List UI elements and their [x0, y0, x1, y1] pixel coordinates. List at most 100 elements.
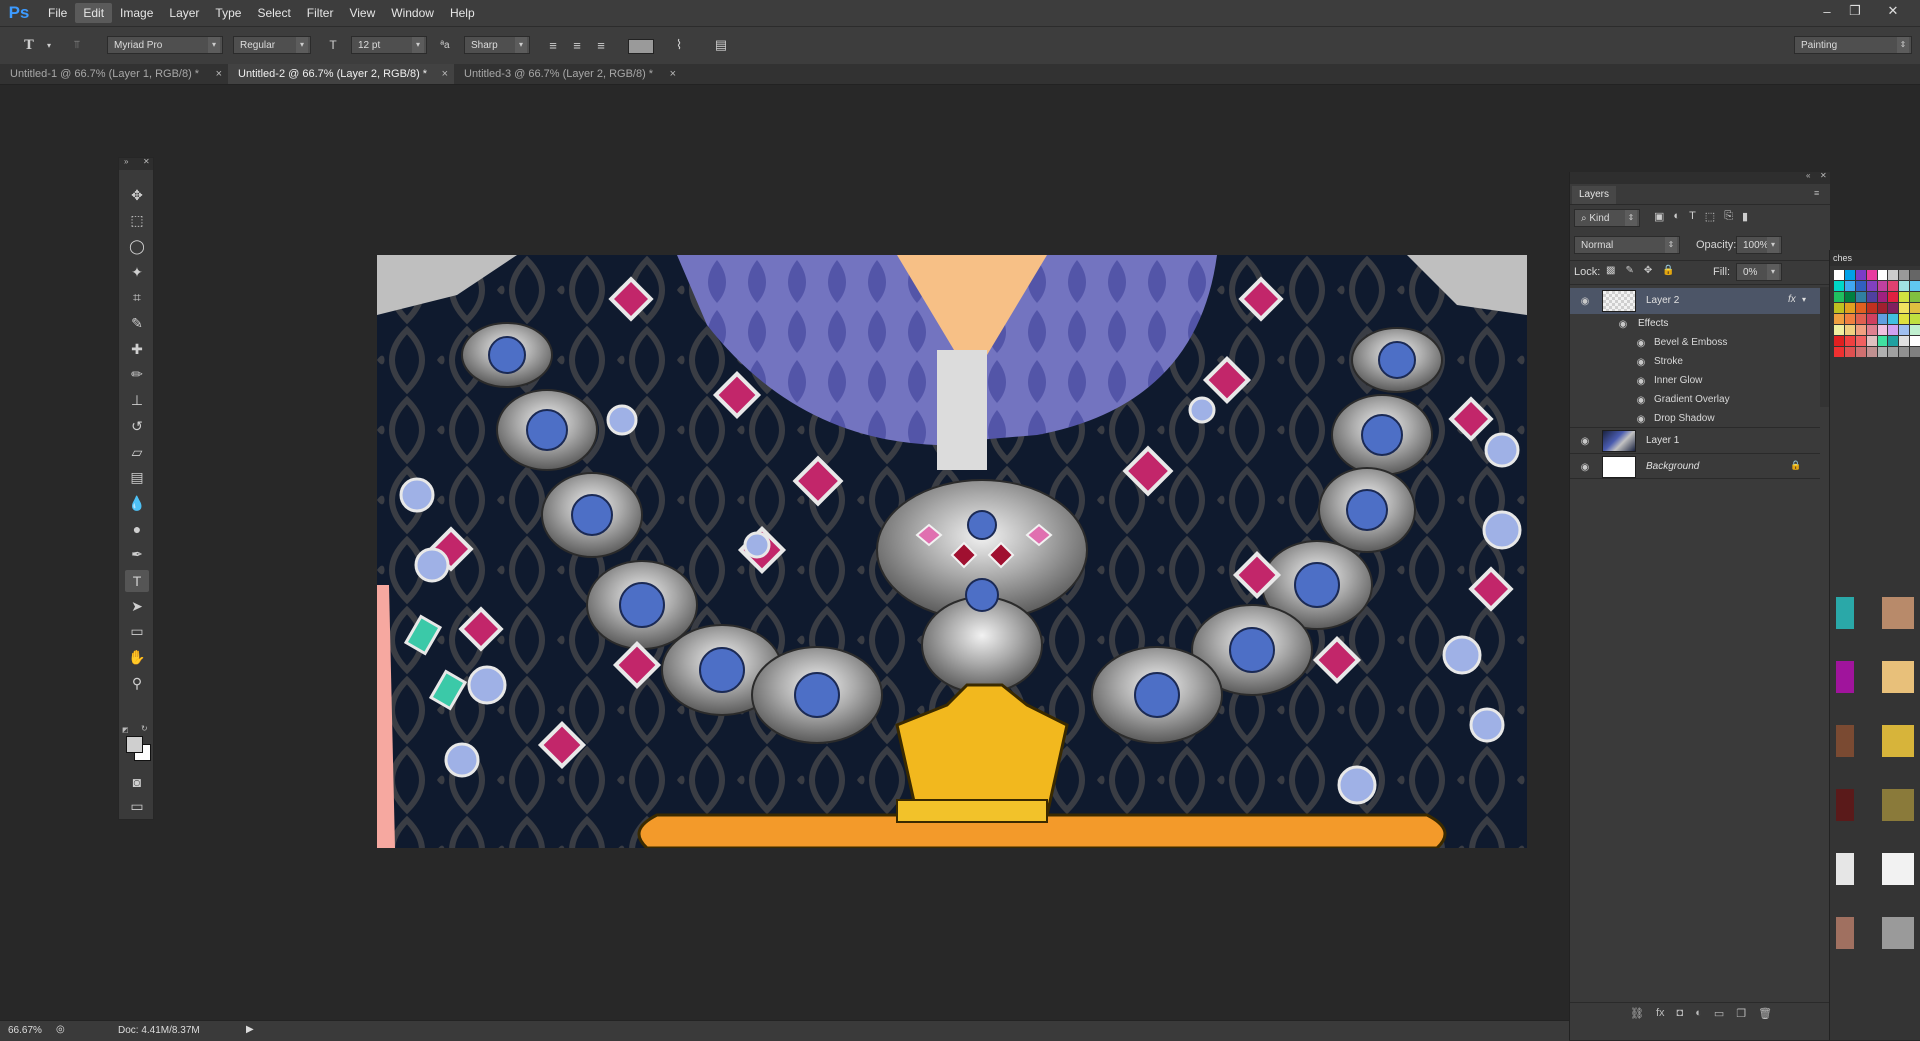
new-adjustment-icon[interactable]: ◐: [1695, 1007, 1702, 1020]
tab-layers[interactable]: Layers: [1572, 186, 1617, 204]
zoom-level[interactable]: 66.67%: [8, 1025, 42, 1036]
color-swatch[interactable]: [1910, 325, 1920, 335]
color-swatch[interactable]: [1844, 303, 1855, 313]
effect-row[interactable]: ◉ Bevel & Emboss: [1570, 334, 1820, 352]
tab-untitled-1[interactable]: Untitled-1 @ 66.7% (Layer 1, RGB/8) * ×: [0, 64, 228, 84]
fx-icon[interactable]: fx: [1788, 294, 1796, 305]
eye-icon[interactable]: ◉: [1634, 412, 1648, 426]
color-swatch[interactable]: [1866, 292, 1877, 302]
color-swatch[interactable]: [1888, 336, 1899, 346]
screen-mode-icon[interactable]: ▭: [125, 795, 149, 817]
color-swatch[interactable]: [1888, 303, 1899, 313]
warp-text-icon[interactable]: ⌇: [670, 36, 688, 54]
history-brush-tool-icon[interactable]: ↺: [125, 415, 149, 437]
color-swatch[interactable]: [1866, 336, 1877, 346]
type-filter-icon[interactable]: T: [1689, 210, 1696, 223]
align-center-icon[interactable]: ≡: [568, 36, 586, 54]
character-panel-icon[interactable]: ▤: [712, 36, 730, 54]
layer-row-background[interactable]: ◉ Background 🔒: [1570, 453, 1820, 479]
tab-swatches[interactable]: ches: [1833, 253, 1852, 263]
color-swatch[interactable]: [1834, 347, 1844, 357]
style-swatch[interactable]: [1836, 853, 1854, 885]
text-orientation-icon[interactable]: ⫪: [68, 36, 86, 54]
status-menu-arrow-icon[interactable]: ▶: [246, 1024, 254, 1035]
align-left-icon[interactable]: ≡: [544, 36, 562, 54]
color-swatch[interactable]: [1910, 292, 1920, 302]
style-swatch[interactable]: [1882, 853, 1914, 885]
eraser-tool-icon[interactable]: ▱: [125, 441, 149, 463]
color-swatch[interactable]: [1877, 336, 1888, 346]
color-swatch[interactable]: [1899, 303, 1910, 313]
panel-menu-icon[interactable]: ≡: [1814, 188, 1819, 198]
color-swatch[interactable]: [1877, 281, 1888, 291]
eye-icon[interactable]: ◉: [1578, 460, 1592, 474]
color-swatch[interactable]: [1888, 292, 1899, 302]
color-swatch[interactable]: [1888, 325, 1899, 335]
healing-brush-tool-icon[interactable]: ✚: [125, 338, 149, 360]
type-tool-preset-icon[interactable]: T: [20, 36, 38, 54]
color-swatch[interactable]: [1899, 292, 1910, 302]
color-swatch[interactable]: [1888, 314, 1899, 324]
color-swatch[interactable]: [1899, 347, 1910, 357]
color-swatch[interactable]: [1834, 336, 1844, 346]
lock-all-icon[interactable]: 🔒: [1662, 265, 1674, 276]
close-tab-icon[interactable]: ×: [442, 64, 448, 84]
eyedropper-tool-icon[interactable]: ✎: [125, 313, 149, 335]
image-filter-icon[interactable]: ▣: [1654, 210, 1664, 223]
crop-tool-icon[interactable]: ⌗: [125, 287, 149, 309]
close-tab-icon[interactable]: ×: [670, 64, 676, 84]
minimize-button[interactable]: –: [1814, 2, 1840, 20]
brush-tool-icon[interactable]: ✏: [125, 364, 149, 386]
color-swatch[interactable]: [1855, 303, 1866, 313]
menu-layer[interactable]: Layer: [161, 3, 207, 23]
quick-mask-icon[interactable]: ◙: [125, 771, 149, 793]
color-swatch[interactable]: [1866, 347, 1877, 357]
close-icon[interactable]: ✕: [143, 157, 150, 166]
lock-position-icon[interactable]: ✥: [1644, 265, 1652, 276]
color-swatch[interactable]: [1888, 347, 1899, 357]
menu-edit[interactable]: Edit: [75, 3, 113, 23]
menu-select[interactable]: Select: [249, 3, 298, 23]
style-swatch[interactable]: [1836, 597, 1854, 629]
color-swatch[interactable]: [1910, 336, 1920, 346]
status-icon[interactable]: ◎: [56, 1024, 65, 1035]
color-swatch[interactable]: [1855, 292, 1866, 302]
marquee-tool-icon[interactable]: ⬚: [125, 210, 149, 232]
color-swatch[interactable]: [1855, 347, 1866, 357]
delete-layer-icon[interactable]: 🗑: [1758, 1007, 1772, 1020]
effect-row[interactable]: ◉ Inner Glow: [1570, 372, 1820, 390]
color-swatch[interactable]: [1866, 270, 1877, 280]
color-swatch[interactable]: [1910, 281, 1920, 291]
antialias-select[interactable]: Sharp ▾: [464, 36, 530, 54]
collapse-icon[interactable]: «: [1806, 171, 1810, 180]
menu-help[interactable]: Help: [442, 3, 483, 23]
adjustment-filter-icon[interactable]: ◐: [1673, 210, 1680, 223]
color-swatch[interactable]: [1888, 281, 1899, 291]
color-swatch[interactable]: [1866, 325, 1877, 335]
rectangle-tool-icon[interactable]: ▭: [125, 621, 149, 643]
color-swatch[interactable]: [1899, 281, 1910, 291]
close-window-button[interactable]: ✕: [1880, 2, 1906, 20]
color-swatch[interactable]: [1844, 336, 1855, 346]
document-canvas[interactable]: [377, 255, 1527, 848]
foreground-color-swatch[interactable]: [126, 736, 143, 753]
workspace-select[interactable]: Painting ⇕: [1794, 36, 1912, 54]
layer-row-layer-1[interactable]: ◉ Layer 1: [1570, 427, 1820, 453]
color-swatch[interactable]: [1877, 270, 1888, 280]
lasso-tool-icon[interactable]: ◯: [125, 235, 149, 257]
style-swatch[interactable]: [1882, 789, 1914, 821]
effect-row[interactable]: ◉ Stroke: [1570, 353, 1820, 371]
color-swatch[interactable]: [1910, 270, 1920, 280]
menu-file[interactable]: File: [40, 3, 75, 23]
color-swatch[interactable]: [1877, 303, 1888, 313]
color-swatch[interactable]: [1866, 314, 1877, 324]
clone-stamp-tool-icon[interactable]: ⊥: [125, 390, 149, 412]
menu-type[interactable]: Type: [207, 3, 249, 23]
color-swatch[interactable]: [1855, 325, 1866, 335]
color-swatch[interactable]: [1899, 270, 1910, 280]
eye-icon[interactable]: ◉: [1634, 393, 1648, 407]
color-swatch[interactable]: [1855, 270, 1866, 280]
color-swatch[interactable]: [1877, 325, 1888, 335]
color-swatch[interactable]: [1877, 292, 1888, 302]
style-swatch[interactable]: [1882, 917, 1914, 949]
